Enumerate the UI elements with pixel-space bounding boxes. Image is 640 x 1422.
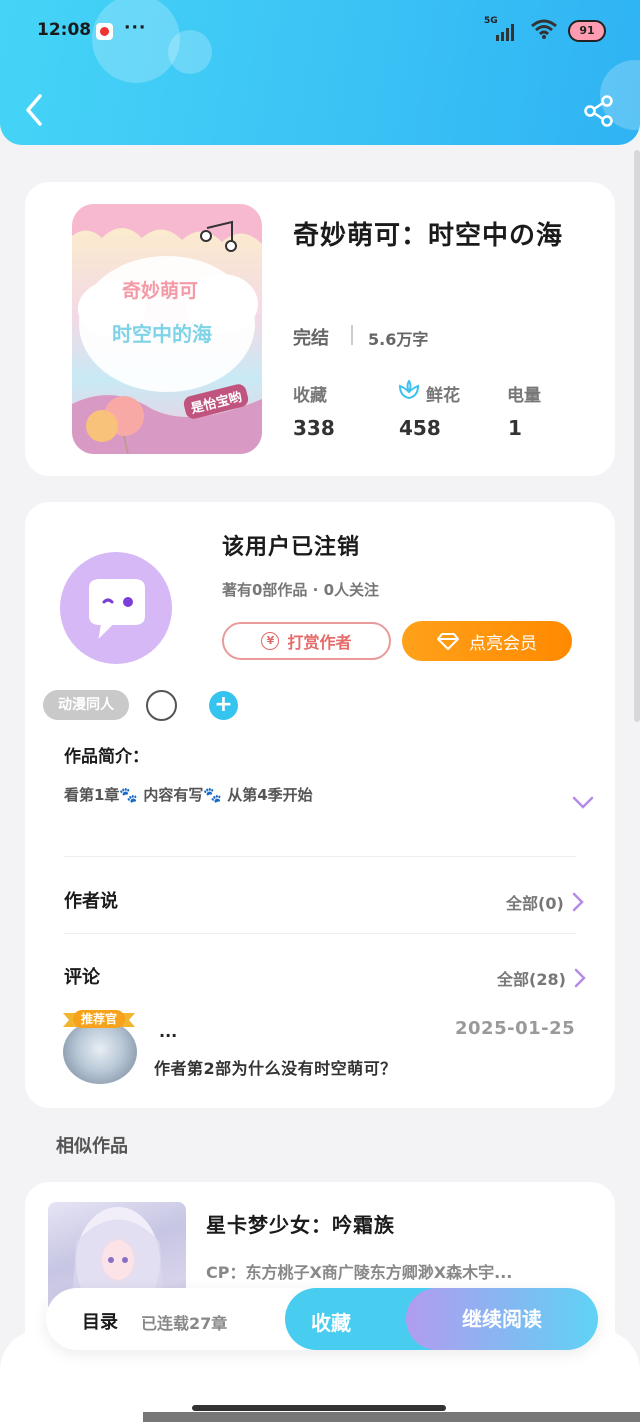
vip-label: 点亮会员	[469, 633, 537, 654]
comments-all[interactable]: 全部(28)	[497, 966, 586, 990]
author-avatar[interactable]	[60, 552, 172, 664]
share-button[interactable]	[582, 94, 616, 128]
comments-title: 评论	[64, 967, 100, 988]
author-says-all[interactable]: 全部(0)	[506, 890, 584, 914]
add-tag-button[interactable]: +	[209, 691, 238, 720]
battery-indicator: 91	[568, 20, 606, 42]
comments-all-label: 全部(28)	[497, 970, 566, 989]
intro-title: 作品简介：	[64, 747, 149, 767]
flower-icon	[398, 380, 420, 400]
word-count: 5.6万字	[368, 330, 429, 349]
signal-icon: 5G	[484, 16, 520, 42]
vip-button[interactable]: 点亮会员	[402, 621, 572, 661]
chapter-count: 已连载27章	[141, 1314, 228, 1333]
divider	[64, 933, 576, 934]
comment-username[interactable]: ...	[159, 1022, 177, 1041]
author-name[interactable]: 该用户已注销	[222, 529, 360, 561]
tag-circle[interactable]	[146, 690, 177, 721]
book-status: 完结	[293, 328, 329, 349]
status-time: 12:08	[37, 20, 92, 40]
network-label: 5G	[484, 16, 498, 26]
yen-icon: ¥	[261, 632, 280, 650]
back-button[interactable]	[20, 90, 50, 130]
top-header: 12:08 ··· 5G 91	[0, 0, 640, 145]
chevron-left-icon	[26, 94, 42, 126]
similar-works-title: 相似作品	[56, 1136, 128, 1157]
badge-label: 推荐官	[80, 1012, 117, 1026]
book-title: 奇妙萌可：时空中の海	[293, 221, 564, 251]
decor-bubble	[92, 0, 180, 83]
weibo-icon	[96, 23, 113, 40]
status-more-dots: ···	[124, 18, 147, 38]
chevron-right-icon	[574, 968, 586, 988]
expand-button[interactable]	[571, 795, 595, 811]
tip-author-button[interactable]: ¥ 打赏作者	[222, 622, 391, 660]
divider	[351, 325, 353, 345]
recommender-badge: 推荐官	[61, 1007, 137, 1033]
chevron-right-icon	[572, 892, 584, 912]
home-indicator[interactable]	[192, 1405, 446, 1411]
chevron-down-icon	[572, 796, 594, 809]
wifi-icon	[530, 18, 558, 44]
author-meta: 著有0部作品 · 0人关注	[222, 581, 380, 599]
diamond-icon	[437, 633, 459, 650]
author-details-card: 该用户已注销 著有0部作品 · 0人关注 ¥ 打赏作者 点亮会员 动漫同人 + …	[25, 502, 615, 1108]
continue-reading-button[interactable]: 继续阅读	[406, 1288, 598, 1350]
status-indicators: 5G 91	[484, 16, 606, 44]
stat-label-flower: 鲜花	[426, 386, 460, 406]
author-says-all-label: 全部(0)	[506, 894, 564, 913]
stat-value-power: 1	[508, 416, 522, 440]
intro-text: 看第1章🐾 内容有写🐾 从第4季开始	[64, 786, 313, 804]
stat-value-collect: 338	[293, 416, 335, 440]
tip-author-label: 打赏作者	[287, 633, 352, 652]
similar-work-title: 星卡梦少女：吟霜族	[206, 1213, 395, 1237]
book-info-card: 奇妙萌可 时空中的海 是怡宝哟 奇妙萌可：时空中の海 完结 5.6万字 收藏 3…	[25, 182, 615, 476]
tag-chip[interactable]: 动漫同人	[43, 690, 129, 720]
toc-button[interactable]: 目录	[82, 1308, 118, 1334]
stat-label-collect: 收藏	[293, 386, 327, 406]
scrollbar[interactable]	[634, 150, 640, 722]
cover-title-line2: 时空中的海	[112, 322, 212, 346]
chat-bubble-icon	[89, 579, 145, 639]
author-says-title: 作者说	[64, 891, 118, 912]
similar-work-cp: CP：东方桃子X商广陵东方卿渺X森木宇...	[206, 1263, 513, 1282]
stat-value-flower: 458	[399, 416, 441, 440]
collect-label: 收藏	[311, 1311, 351, 1335]
bottom-action-bar: 目录 已连载27章 收藏 继续阅读	[46, 1288, 598, 1350]
book-cover[interactable]: 奇妙萌可 时空中的海 是怡宝哟	[72, 204, 262, 454]
cover-title-line1: 奇妙萌可	[122, 280, 199, 302]
system-strip	[143, 1412, 640, 1422]
divider	[64, 856, 576, 857]
stat-label-power: 电量	[507, 386, 541, 406]
comment-text[interactable]: 作者第2部为什么没有时空萌可？	[154, 1055, 397, 1079]
comment-date: 2025-01-25	[455, 1018, 576, 1039]
share-icon	[584, 95, 613, 127]
decor-bubble	[168, 30, 212, 74]
